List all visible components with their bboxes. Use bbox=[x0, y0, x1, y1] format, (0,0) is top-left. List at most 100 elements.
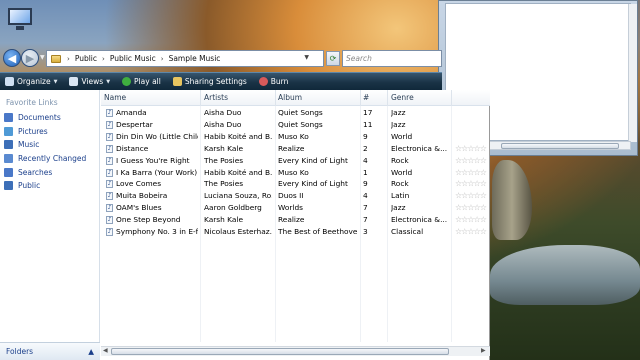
folder-icon bbox=[4, 140, 13, 150]
favorite-link-documents[interactable]: Documents bbox=[4, 111, 86, 125]
sharing-settings-button[interactable]: Sharing Settings bbox=[172, 77, 247, 86]
play-all-label: Play all bbox=[134, 77, 161, 86]
folder-icon bbox=[4, 167, 13, 177]
rating-stars[interactable]: ☆☆☆☆☆ bbox=[455, 227, 487, 236]
cell-album: Every Kind of Light bbox=[278, 155, 348, 165]
column-header-genre[interactable]: Genre bbox=[391, 93, 414, 102]
address-dropdown-icon[interactable]: ▼ bbox=[304, 54, 309, 61]
column-headers: Name Artists Album # Genre bbox=[101, 90, 490, 106]
cell-name: Din Din Wo (Little Child) bbox=[116, 131, 198, 141]
cell-artist: The Posies bbox=[204, 155, 244, 165]
column-divider[interactable] bbox=[451, 90, 452, 106]
cell-num: 1 bbox=[363, 167, 368, 177]
table-row[interactable]: ♪ OAM's Blues Aaron Goldberg Worlds 7 Jazz ☆☆☆… bbox=[101, 202, 490, 214]
search-input[interactable]: Search bbox=[342, 50, 442, 67]
cell-genre: Rock bbox=[391, 155, 409, 165]
favorite-link-label: Recently Changed bbox=[18, 154, 87, 164]
music-file-icon: ♪ bbox=[106, 120, 113, 129]
breadcrumb-sample-music[interactable]: Sample Music bbox=[169, 54, 221, 63]
column-header-track-number[interactable]: # bbox=[363, 93, 369, 102]
column-divider[interactable] bbox=[275, 90, 276, 106]
title-bar[interactable] bbox=[0, 0, 490, 44]
address-bar[interactable]: › Public › Public Music › Sample Music ▼ bbox=[46, 50, 324, 67]
favorite-link-label: Music bbox=[18, 140, 40, 150]
column-header-album[interactable]: Album bbox=[278, 93, 302, 102]
table-row[interactable]: ♪ Symphony No. 3 in E-f... Nicolaus Esterh… bbox=[101, 226, 490, 238]
favorite-link-searches[interactable]: Searches bbox=[4, 165, 86, 179]
burn-button[interactable]: Burn bbox=[258, 77, 288, 86]
content-area: Favorite Links Documents Pictures Music Rec… bbox=[0, 90, 490, 360]
cell-num: 2 bbox=[363, 143, 368, 153]
vertical-scrollbar[interactable] bbox=[628, 4, 637, 142]
table-row[interactable]: ♪ Distance Karsh Kale Realize 2 Electronica &… bbox=[101, 143, 490, 155]
views-button[interactable]: Views ▼ bbox=[69, 77, 110, 86]
computer-icon bbox=[4, 6, 36, 32]
breadcrumb-separator[interactable]: › bbox=[102, 55, 105, 63]
back-button[interactable]: ◀ bbox=[3, 49, 21, 67]
recent-pages-dropdown-icon[interactable]: ▼ bbox=[40, 54, 45, 61]
rating-stars[interactable]: ☆☆☆☆☆ bbox=[455, 203, 487, 212]
favorite-link-label: Public bbox=[18, 181, 41, 191]
table-row[interactable]: ♪ Muita Bobeira Luciana Souza, Ro... Duos I… bbox=[101, 190, 490, 202]
table-row[interactable]: ♪ I Ka Barra (Your Work) Habib Koité and B… bbox=[101, 167, 490, 179]
cell-artist: Aisha Duo bbox=[204, 119, 242, 129]
rating-stars[interactable]: ☆☆☆☆☆ bbox=[455, 156, 487, 165]
favorite-link-label: Documents bbox=[18, 113, 61, 123]
cell-album: Muso Ko bbox=[278, 131, 309, 141]
play-all-button[interactable]: Play all bbox=[122, 77, 161, 86]
table-row[interactable]: ♪ Love Comes The Posies Every Kind of Light… bbox=[101, 178, 490, 190]
scrollbar-thumb[interactable] bbox=[111, 348, 449, 355]
cell-name: Despertar bbox=[116, 119, 153, 129]
table-row[interactable]: ♪ Din Din Wo (Little Child) Habib Koité an… bbox=[101, 131, 490, 143]
music-file-icon: ♪ bbox=[106, 228, 113, 236]
breadcrumb-public-music[interactable]: Public Music bbox=[110, 54, 156, 63]
rating-stars[interactable]: ☆☆☆☆☆ bbox=[455, 191, 487, 200]
favorite-links-heading: Favorite Links bbox=[6, 98, 58, 107]
cell-genre: World bbox=[391, 131, 413, 141]
refresh-button[interactable]: ⟳ bbox=[326, 51, 340, 66]
cell-genre: Jazz bbox=[391, 119, 406, 129]
folder-icon bbox=[4, 126, 13, 136]
cell-album: Duos II bbox=[278, 191, 304, 201]
horizontal-scrollbar[interactable]: ◀ ▶ bbox=[101, 346, 490, 356]
breadcrumb-separator[interactable]: › bbox=[161, 55, 164, 63]
scroll-left-icon[interactable]: ◀ bbox=[103, 347, 108, 354]
folders-toggle[interactable]: Folders ▲ bbox=[0, 342, 100, 360]
rating-stars[interactable]: ☆☆☆☆☆ bbox=[455, 144, 487, 153]
cell-name: Distance bbox=[116, 143, 149, 153]
cell-genre: Classical bbox=[391, 227, 424, 236]
table-row[interactable]: ♪ I Guess You're Right The Posies Every Kin… bbox=[101, 155, 490, 167]
music-file-icon: ♪ bbox=[106, 168, 113, 177]
wallpaper-lake bbox=[490, 245, 640, 305]
cell-name: Muita Bobeira bbox=[116, 191, 168, 201]
breadcrumb-public[interactable]: Public bbox=[75, 54, 97, 63]
favorite-link-pictures[interactable]: Pictures bbox=[4, 125, 86, 139]
cell-num: 7 bbox=[363, 215, 368, 225]
favorite-link-music[interactable]: Music bbox=[4, 138, 86, 152]
column-divider[interactable] bbox=[360, 90, 361, 106]
views-icon bbox=[69, 77, 79, 86]
favorite-links-list: Documents Pictures Music Recently Changed Se… bbox=[4, 111, 86, 193]
folder-icon bbox=[4, 113, 13, 123]
column-header-artists[interactable]: Artists bbox=[204, 93, 228, 102]
organize-button[interactable]: Organize ▼ bbox=[5, 77, 57, 86]
music-file-icon: ♪ bbox=[106, 109, 113, 117]
cell-album: Realize bbox=[278, 215, 305, 225]
scroll-right-icon[interactable]: ▶ bbox=[481, 347, 486, 354]
rating-stars[interactable]: ☆☆☆☆☆ bbox=[455, 215, 487, 224]
breadcrumb-separator[interactable]: › bbox=[67, 55, 70, 63]
scrollbar-thumb[interactable] bbox=[501, 143, 619, 149]
favorite-link-public[interactable]: Public bbox=[4, 179, 86, 193]
forward-button[interactable]: ▶ bbox=[21, 49, 39, 67]
column-divider[interactable] bbox=[200, 90, 201, 106]
table-row[interactable]: ♪ Despertar Aisha Duo Quiet Songs 11 Jazz bbox=[101, 119, 490, 131]
table-row[interactable]: ♪ One Step Beyond Karsh Kale Realize 7 Electr… bbox=[101, 214, 490, 226]
table-row[interactable]: ♪ Amanda Aisha Duo Quiet Songs 17 Jazz bbox=[101, 107, 490, 119]
rating-stars[interactable]: ☆☆☆☆☆ bbox=[455, 168, 487, 177]
favorite-link-recently-changed[interactable]: Recently Changed bbox=[4, 152, 86, 166]
sharing-settings-label: Sharing Settings bbox=[184, 77, 247, 86]
column-divider[interactable] bbox=[387, 90, 388, 106]
cell-album: Worlds bbox=[278, 203, 304, 213]
column-header-name[interactable]: Name bbox=[104, 93, 126, 102]
rating-stars[interactable]: ☆☆☆☆☆ bbox=[455, 179, 487, 188]
